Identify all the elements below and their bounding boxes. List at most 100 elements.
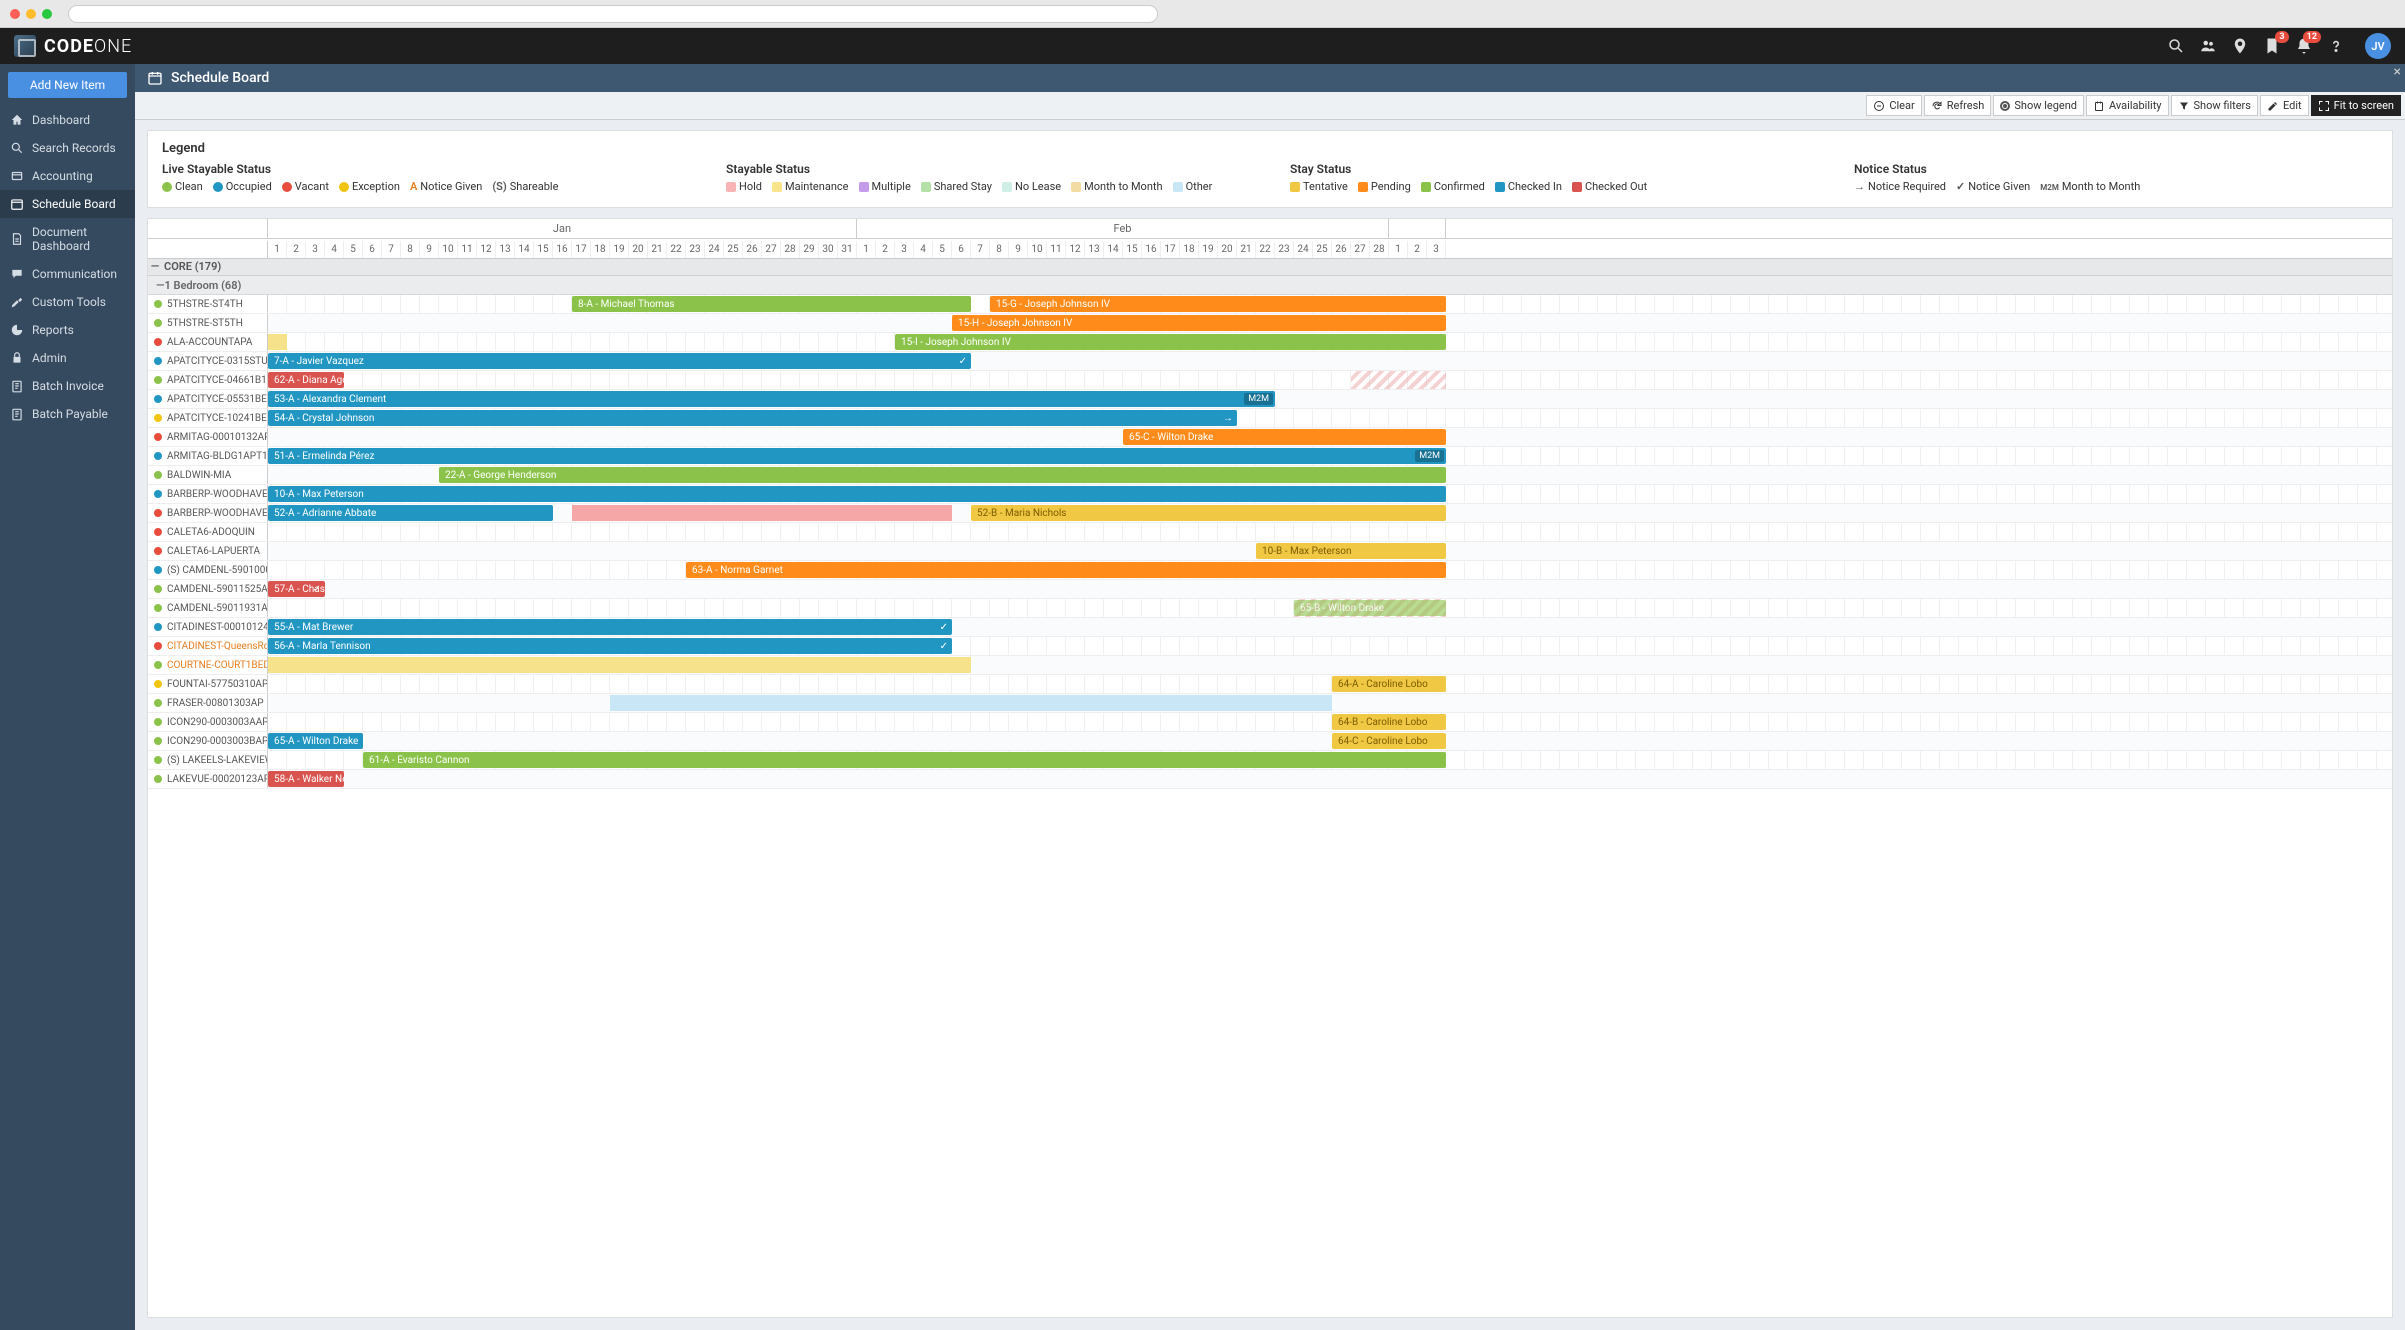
row-label[interactable]: BARBERP-WOODHAVEN xyxy=(148,485,268,503)
row-label[interactable]: APATCITYCE-0315STUDI xyxy=(148,352,268,370)
row-track[interactable]: 52-A - Adrianne Abbate 52-B - Maria Nicho… xyxy=(268,504,2392,522)
booking-bar[interactable]: 15-H - Joseph Johnson IV xyxy=(952,315,1446,331)
row-label[interactable]: CITADINEST-00010124AP xyxy=(148,618,268,636)
sidebar-item-batch-payable[interactable]: Batch Payable xyxy=(0,400,135,428)
booking-bar[interactable]: 65-A - Wilton Drake xyxy=(268,733,363,749)
row-label[interactable]: FRASER-00801303AP xyxy=(148,694,268,712)
booking-bar[interactable]: 53-A - Alexandra ClementM2M xyxy=(268,391,1275,407)
booking-bar[interactable]: 22-A - George Henderson xyxy=(439,467,1446,483)
booking-bar[interactable]: 58-A - Walker Nervet xyxy=(268,771,344,787)
collapse-icon[interactable]: — xyxy=(156,279,164,292)
row-track[interactable]: 65-B - Wilton Drake xyxy=(268,599,2392,617)
sidebar-item-search-records[interactable]: Search Records xyxy=(0,134,135,162)
window-max-dot[interactable] xyxy=(42,9,52,19)
row-track[interactable]: 58-A - Walker Nervet xyxy=(268,770,2392,788)
refresh-button[interactable]: Refresh xyxy=(1924,95,1992,116)
row-label[interactable]: CAMDENL-59011525AP xyxy=(148,580,268,598)
booking-bar[interactable]: 8-A - Michael Thomas xyxy=(572,296,971,312)
row-track[interactable]: 15-H - Joseph Johnson IV xyxy=(268,314,2392,332)
fit-screen-button[interactable]: Fit to screen xyxy=(2311,95,2401,116)
booking-bar[interactable]: 64-B - Caroline Lobo xyxy=(1332,714,1446,730)
row-track[interactable] xyxy=(268,523,2392,541)
window-close-dot[interactable] xyxy=(10,9,20,19)
sidebar-item-dashboard[interactable]: Dashboard xyxy=(0,106,135,134)
booking-bar[interactable]: 10-B - Max Peterson xyxy=(1256,543,1446,559)
row-track[interactable]: 55-A - Mat Brewer✓ xyxy=(268,618,2392,636)
booking-bar[interactable]: 64-C - Caroline Lobo xyxy=(1332,733,1446,749)
booking-bar[interactable]: 63-A - Norma Garnet xyxy=(686,562,1446,578)
row-track[interactable]: 57-A - Chas /✓ xyxy=(268,580,2392,598)
row-label[interactable]: APATCITYCE-10241BED1B xyxy=(148,409,268,427)
row-label[interactable]: BALDWIN-MIA xyxy=(148,466,268,484)
row-label[interactable]: 5THSTRE-ST4TH xyxy=(148,295,268,313)
availability-button[interactable]: Availability xyxy=(2086,95,2168,116)
booking-bar[interactable]: 64-A - Caroline Lobo xyxy=(1332,676,1446,692)
booking-bar[interactable]: 65-B - Wilton Drake xyxy=(1294,600,1446,616)
row-label[interactable]: ARMITAG-BLDG1APT12 xyxy=(148,447,268,465)
row-track[interactable]: 15-I - Joseph Johnson IV xyxy=(268,333,2392,351)
booking-bar[interactable]: 7-A - Javier Vazquez✓ xyxy=(268,353,971,369)
address-bar[interactable] xyxy=(68,5,1158,23)
brand[interactable]: CODEONE xyxy=(14,35,2167,57)
row-track[interactable]: 10-B - Max Peterson xyxy=(268,542,2392,560)
row-track[interactable]: 63-A - Norma Garnet xyxy=(268,561,2392,579)
row-label[interactable]: APATCITYCE-04661B1BDE xyxy=(148,371,268,389)
show-legend-toggle[interactable]: Show legend xyxy=(1993,95,2084,116)
row-label[interactable]: LAKEVUE-00020123AP xyxy=(148,770,268,788)
booking-bar[interactable]: 61-A - Evaristo Cannon xyxy=(363,752,1446,768)
sidebar-item-admin[interactable]: Admin xyxy=(0,344,135,372)
row-track[interactable]: 64-B - Caroline Lobo xyxy=(268,713,2392,731)
edit-button[interactable]: Edit xyxy=(2260,95,2309,116)
booking-bar[interactable]: 52-A - Adrianne Abbate xyxy=(268,505,553,521)
row-label[interactable]: 5THSTRE-ST5TH xyxy=(148,314,268,332)
bookmark-icon[interactable]: 3 xyxy=(2263,37,2281,55)
row-track[interactable] xyxy=(268,694,2392,712)
bell-icon[interactable]: 12 xyxy=(2295,37,2313,55)
booking-bar[interactable]: 10-A - Max Peterson xyxy=(268,486,1446,502)
booking-bar[interactable]: 65-C - Wilton Drake xyxy=(1123,429,1446,445)
booking-bar[interactable]: 57-A - Chas /✓ xyxy=(268,581,325,597)
booking-bar[interactable]: 54-A - Crystal Johnson→ xyxy=(268,410,1237,426)
row-track[interactable]: 53-A - Alexandra ClementM2M xyxy=(268,390,2392,408)
booking-bar[interactable]: 62-A - Diana Agosti xyxy=(268,372,344,388)
search-icon[interactable] xyxy=(2167,37,2185,55)
row-label[interactable]: APATCITYCE-05531BED1B xyxy=(148,390,268,408)
row-track[interactable]: 22-A - George Henderson xyxy=(268,466,2392,484)
row-track[interactable]: 62-A - Diana Agosti xyxy=(268,371,2392,389)
help-icon[interactable] xyxy=(2327,37,2345,55)
close-panel-icon[interactable]: × xyxy=(2394,64,2401,80)
row-track[interactable]: 8-A - Michael Thomas 15-G - Joseph Johnso… xyxy=(268,295,2392,313)
booking-bar[interactable]: 15-G - Joseph Johnson IV xyxy=(990,296,1446,312)
sidebar-item-custom-tools[interactable]: Custom Tools xyxy=(0,288,135,316)
maintenance-block[interactable] xyxy=(268,334,287,350)
row-track[interactable]: 51-A - Ermelinda PérezM2M xyxy=(268,447,2392,465)
maintenance-block[interactable] xyxy=(572,505,952,521)
sidebar-item-document-dashboard[interactable]: Document Dashboard xyxy=(0,218,135,260)
show-filters-button[interactable]: Show filters xyxy=(2171,95,2258,116)
users-icon[interactable] xyxy=(2199,37,2217,55)
sidebar-item-batch-invoice[interactable]: Batch Invoice xyxy=(0,372,135,400)
avatar[interactable]: JV xyxy=(2365,33,2391,59)
location-icon[interactable] xyxy=(2231,37,2249,55)
row-label[interactable]: ICON290-0003003AAP xyxy=(148,713,268,731)
sidebar-item-accounting[interactable]: Accounting xyxy=(0,162,135,190)
maintenance-block[interactable] xyxy=(268,657,971,673)
collapse-icon[interactable]: — xyxy=(148,260,162,273)
row-track[interactable]: 65-C - Wilton Drake xyxy=(268,428,2392,446)
row-label[interactable]: ALA-ACCOUNTAPA xyxy=(148,333,268,351)
subgroup-row[interactable]: —1 Bedroom (68) xyxy=(148,276,2392,295)
clear-button[interactable]: Clear xyxy=(1866,95,1921,116)
row-label[interactable]: CALETA6-LAPUERTA xyxy=(148,542,268,560)
booking-bar[interactable]: 51-A - Ermelinda PérezM2M xyxy=(268,448,1446,464)
booking-bar[interactable]: 15-I - Joseph Johnson IV xyxy=(895,334,1446,350)
booking-bar[interactable]: 52-B - Maria Nichols xyxy=(971,505,1446,521)
row-track[interactable]: 61-A - Evaristo Cannon xyxy=(268,751,2392,769)
row-label[interactable]: CALETA6-ADOQUIN xyxy=(148,523,268,541)
row-label[interactable]: ARMITAG-00010132AP xyxy=(148,428,268,446)
sidebar-item-reports[interactable]: Reports xyxy=(0,316,135,344)
row-track[interactable] xyxy=(268,656,2392,674)
row-label[interactable]: BARBERP-WOODHAVEN1 xyxy=(148,504,268,522)
sidebar-item-communication[interactable]: Communication xyxy=(0,260,135,288)
row-track[interactable]: 10-A - Max Peterson xyxy=(268,485,2392,503)
booking-bar[interactable]: 55-A - Mat Brewer✓ xyxy=(268,619,952,635)
